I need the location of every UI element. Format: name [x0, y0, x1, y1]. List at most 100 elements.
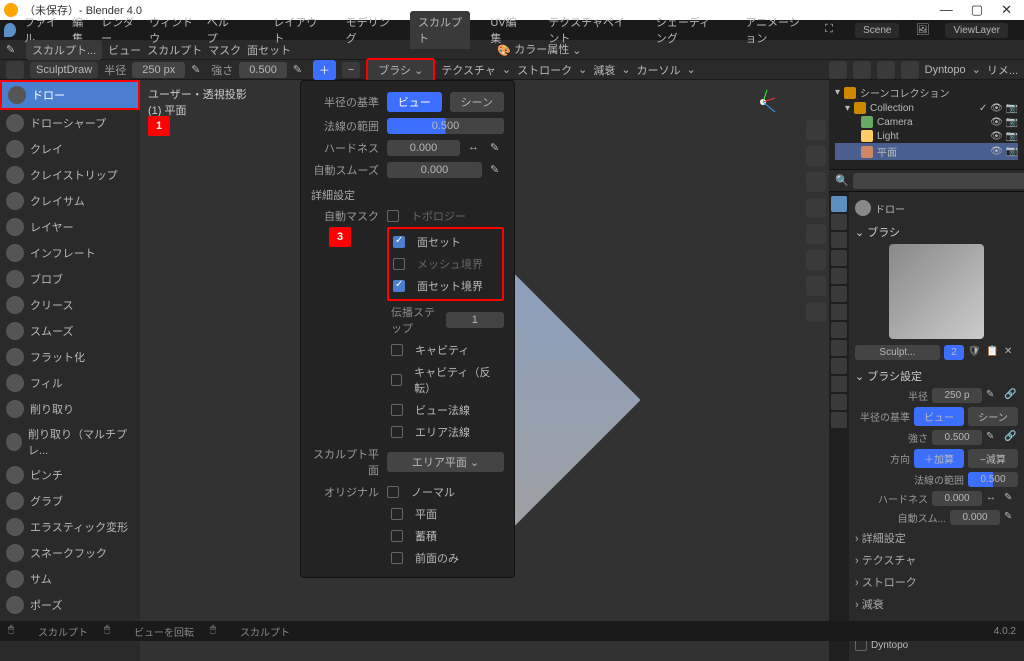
strength-value[interactable]: 0.500 [932, 430, 982, 445]
tool-icon[interactable] [806, 224, 826, 244]
brush-section-header[interactable]: ⌄ ブラシ [855, 224, 1018, 240]
original-plane-checkbox[interactable] [391, 508, 403, 520]
cavity-checkbox[interactable] [391, 344, 403, 356]
faceset-checkbox[interactable] [393, 236, 405, 248]
outliner-row[interactable]: Light👁 📷 [835, 129, 1018, 143]
hardness-value[interactable]: 0.000 [932, 491, 982, 506]
brush-item[interactable]: クレイ [0, 136, 140, 162]
search-icon[interactable]: 🔍 [835, 174, 849, 188]
brush-item[interactable]: クレイサム [0, 188, 140, 214]
workspace-tab[interactable]: シェーディング [648, 11, 725, 49]
physics-tab-icon[interactable] [831, 358, 847, 374]
hardness-value[interactable]: 0.000 [387, 140, 460, 156]
menu-faceset[interactable]: 面セット [247, 42, 291, 58]
workspace-tab-sculpt[interactable]: スカルプト [410, 11, 470, 49]
radius-basis-scene[interactable]: シーン [968, 407, 1018, 426]
workspace-tab[interactable]: アニメーション [737, 11, 815, 49]
brush-item[interactable]: インフレート [0, 240, 140, 266]
world-tab-icon[interactable] [831, 286, 847, 302]
propagation-value[interactable]: 1 [446, 312, 505, 328]
auto-smooth-value[interactable]: 0.000 [950, 510, 1000, 525]
original-normal-checkbox[interactable] [387, 486, 399, 498]
brush-item[interactable]: レイヤー [0, 214, 140, 240]
scene-name[interactable]: Scene [855, 23, 899, 38]
shading-icon[interactable] [901, 61, 919, 79]
brush-item[interactable]: ドローシャープ [0, 110, 140, 136]
minimize-button[interactable]: — [940, 2, 953, 18]
sculpt-plane-select[interactable]: エリア平面 ⌄ [387, 452, 504, 472]
radius-basis-view[interactable]: ビュー [914, 407, 964, 426]
brush-item[interactable]: 削り取り（マルチプレ... [0, 422, 140, 462]
texture-menu[interactable]: テクスチャ [441, 62, 496, 78]
link-icon[interactable]: 🔗 [1004, 431, 1018, 445]
link-icon[interactable]: 🔗 [1004, 389, 1018, 403]
scene-tab-icon[interactable] [831, 268, 847, 284]
stroke-menu[interactable]: ストローク [517, 62, 572, 78]
menu-sculpt[interactable]: スカルプト [147, 42, 202, 58]
brush-item[interactable]: クレイストリップ [0, 162, 140, 188]
perspective-icon[interactable] [806, 198, 826, 218]
brush-item[interactable]: グラブ [0, 488, 140, 514]
direction-add[interactable]: ＋ [313, 60, 336, 80]
tool-icon[interactable] [806, 250, 826, 270]
brush-item[interactable]: フィル [0, 370, 140, 396]
overlay-icon[interactable] [829, 61, 847, 79]
strength-value[interactable]: 0.500 [239, 62, 287, 78]
output-tab-icon[interactable] [831, 232, 847, 248]
accumulate-checkbox[interactable] [391, 530, 403, 542]
link-icon[interactable]: ↔ [468, 141, 482, 155]
direction-sub[interactable]: −減算 [968, 449, 1018, 468]
menu-mask[interactable]: マスク [208, 42, 241, 58]
maximize-button[interactable]: ▢ [971, 2, 983, 18]
detail-section[interactable]: 詳細設定 [855, 527, 1018, 549]
render-tab-icon[interactable] [831, 214, 847, 230]
material-tab-icon[interactable] [831, 412, 847, 428]
color-attribute-label[interactable]: カラー属性 [514, 44, 569, 56]
brush-item[interactable]: クリース [0, 292, 140, 318]
dyntopo-toggle[interactable]: Dyntopo [925, 64, 966, 76]
cavity-inv-checkbox[interactable] [391, 374, 402, 386]
3d-viewport[interactable]: ユーザー・透視投影 (1) 平面 1 2 半径の基準ビューシーン 法線の範囲0.… [140, 80, 829, 661]
hand-icon[interactable] [806, 146, 826, 166]
close-icon[interactable]: ✕ [1004, 346, 1018, 360]
front-only-checkbox[interactable] [391, 552, 403, 564]
brush-item-draw[interactable]: ドロー [0, 80, 140, 110]
brush-settings-header[interactable]: ⌄ ブラシ設定 [855, 368, 1018, 384]
brush-users[interactable]: 2 [944, 345, 964, 360]
pressure-icon[interactable]: ✎ [293, 63, 307, 77]
menu-view[interactable]: ビュー [108, 42, 141, 58]
modifier-tab-icon[interactable] [831, 322, 847, 338]
pressure-icon[interactable]: ✎ [191, 63, 205, 77]
pressure-icon[interactable]: ✎ [490, 141, 504, 155]
object-tab-icon[interactable] [831, 304, 847, 320]
cursor-menu[interactable]: カーソル [637, 62, 681, 78]
outliner-row[interactable]: Camera👁 📷 [835, 115, 1018, 129]
brush-dropdown-button[interactable]: ブラシ ⌄ [366, 58, 435, 82]
direction-sub[interactable]: − [342, 62, 360, 78]
brush-name[interactable]: SculptDraw [30, 62, 98, 78]
workspace-tab[interactable]: モデリング [338, 11, 398, 49]
radius-basis-scene[interactable]: シーン [450, 92, 505, 112]
tool-icon[interactable] [806, 276, 826, 296]
auto-smooth-value[interactable]: 0.000 [387, 162, 482, 178]
zoom-icon[interactable] [806, 120, 826, 140]
mode-selector[interactable]: スカルプト... [26, 40, 102, 60]
shield-icon[interactable]: 🛡 [968, 346, 982, 360]
brush-item[interactable]: フラット化 [0, 344, 140, 370]
data-tab-icon[interactable] [831, 394, 847, 410]
view-normal-checkbox[interactable] [391, 404, 403, 416]
texture-section[interactable]: テクスチャ [855, 549, 1018, 571]
brush-item[interactable]: スムーズ [0, 318, 140, 344]
pressure-icon[interactable]: ✎ [490, 163, 504, 177]
mesh-boundary-checkbox[interactable] [393, 258, 405, 270]
tool-tab-icon[interactable] [831, 196, 847, 212]
pressure-icon[interactable]: ✎ [986, 389, 1000, 403]
brush-slot[interactable]: Sculpt... [855, 345, 940, 360]
view-tab-icon[interactable] [831, 250, 847, 266]
constraint-tab-icon[interactable] [831, 376, 847, 392]
outliner-row-selected[interactable]: 平面👁 📷 [835, 143, 1018, 160]
brush-item[interactable]: ピンチ [0, 462, 140, 488]
radius-value[interactable]: 250 p [932, 388, 982, 403]
brush-item[interactable]: スネークフック [0, 540, 140, 566]
radius-basis-view[interactable]: ビュー [387, 92, 442, 112]
